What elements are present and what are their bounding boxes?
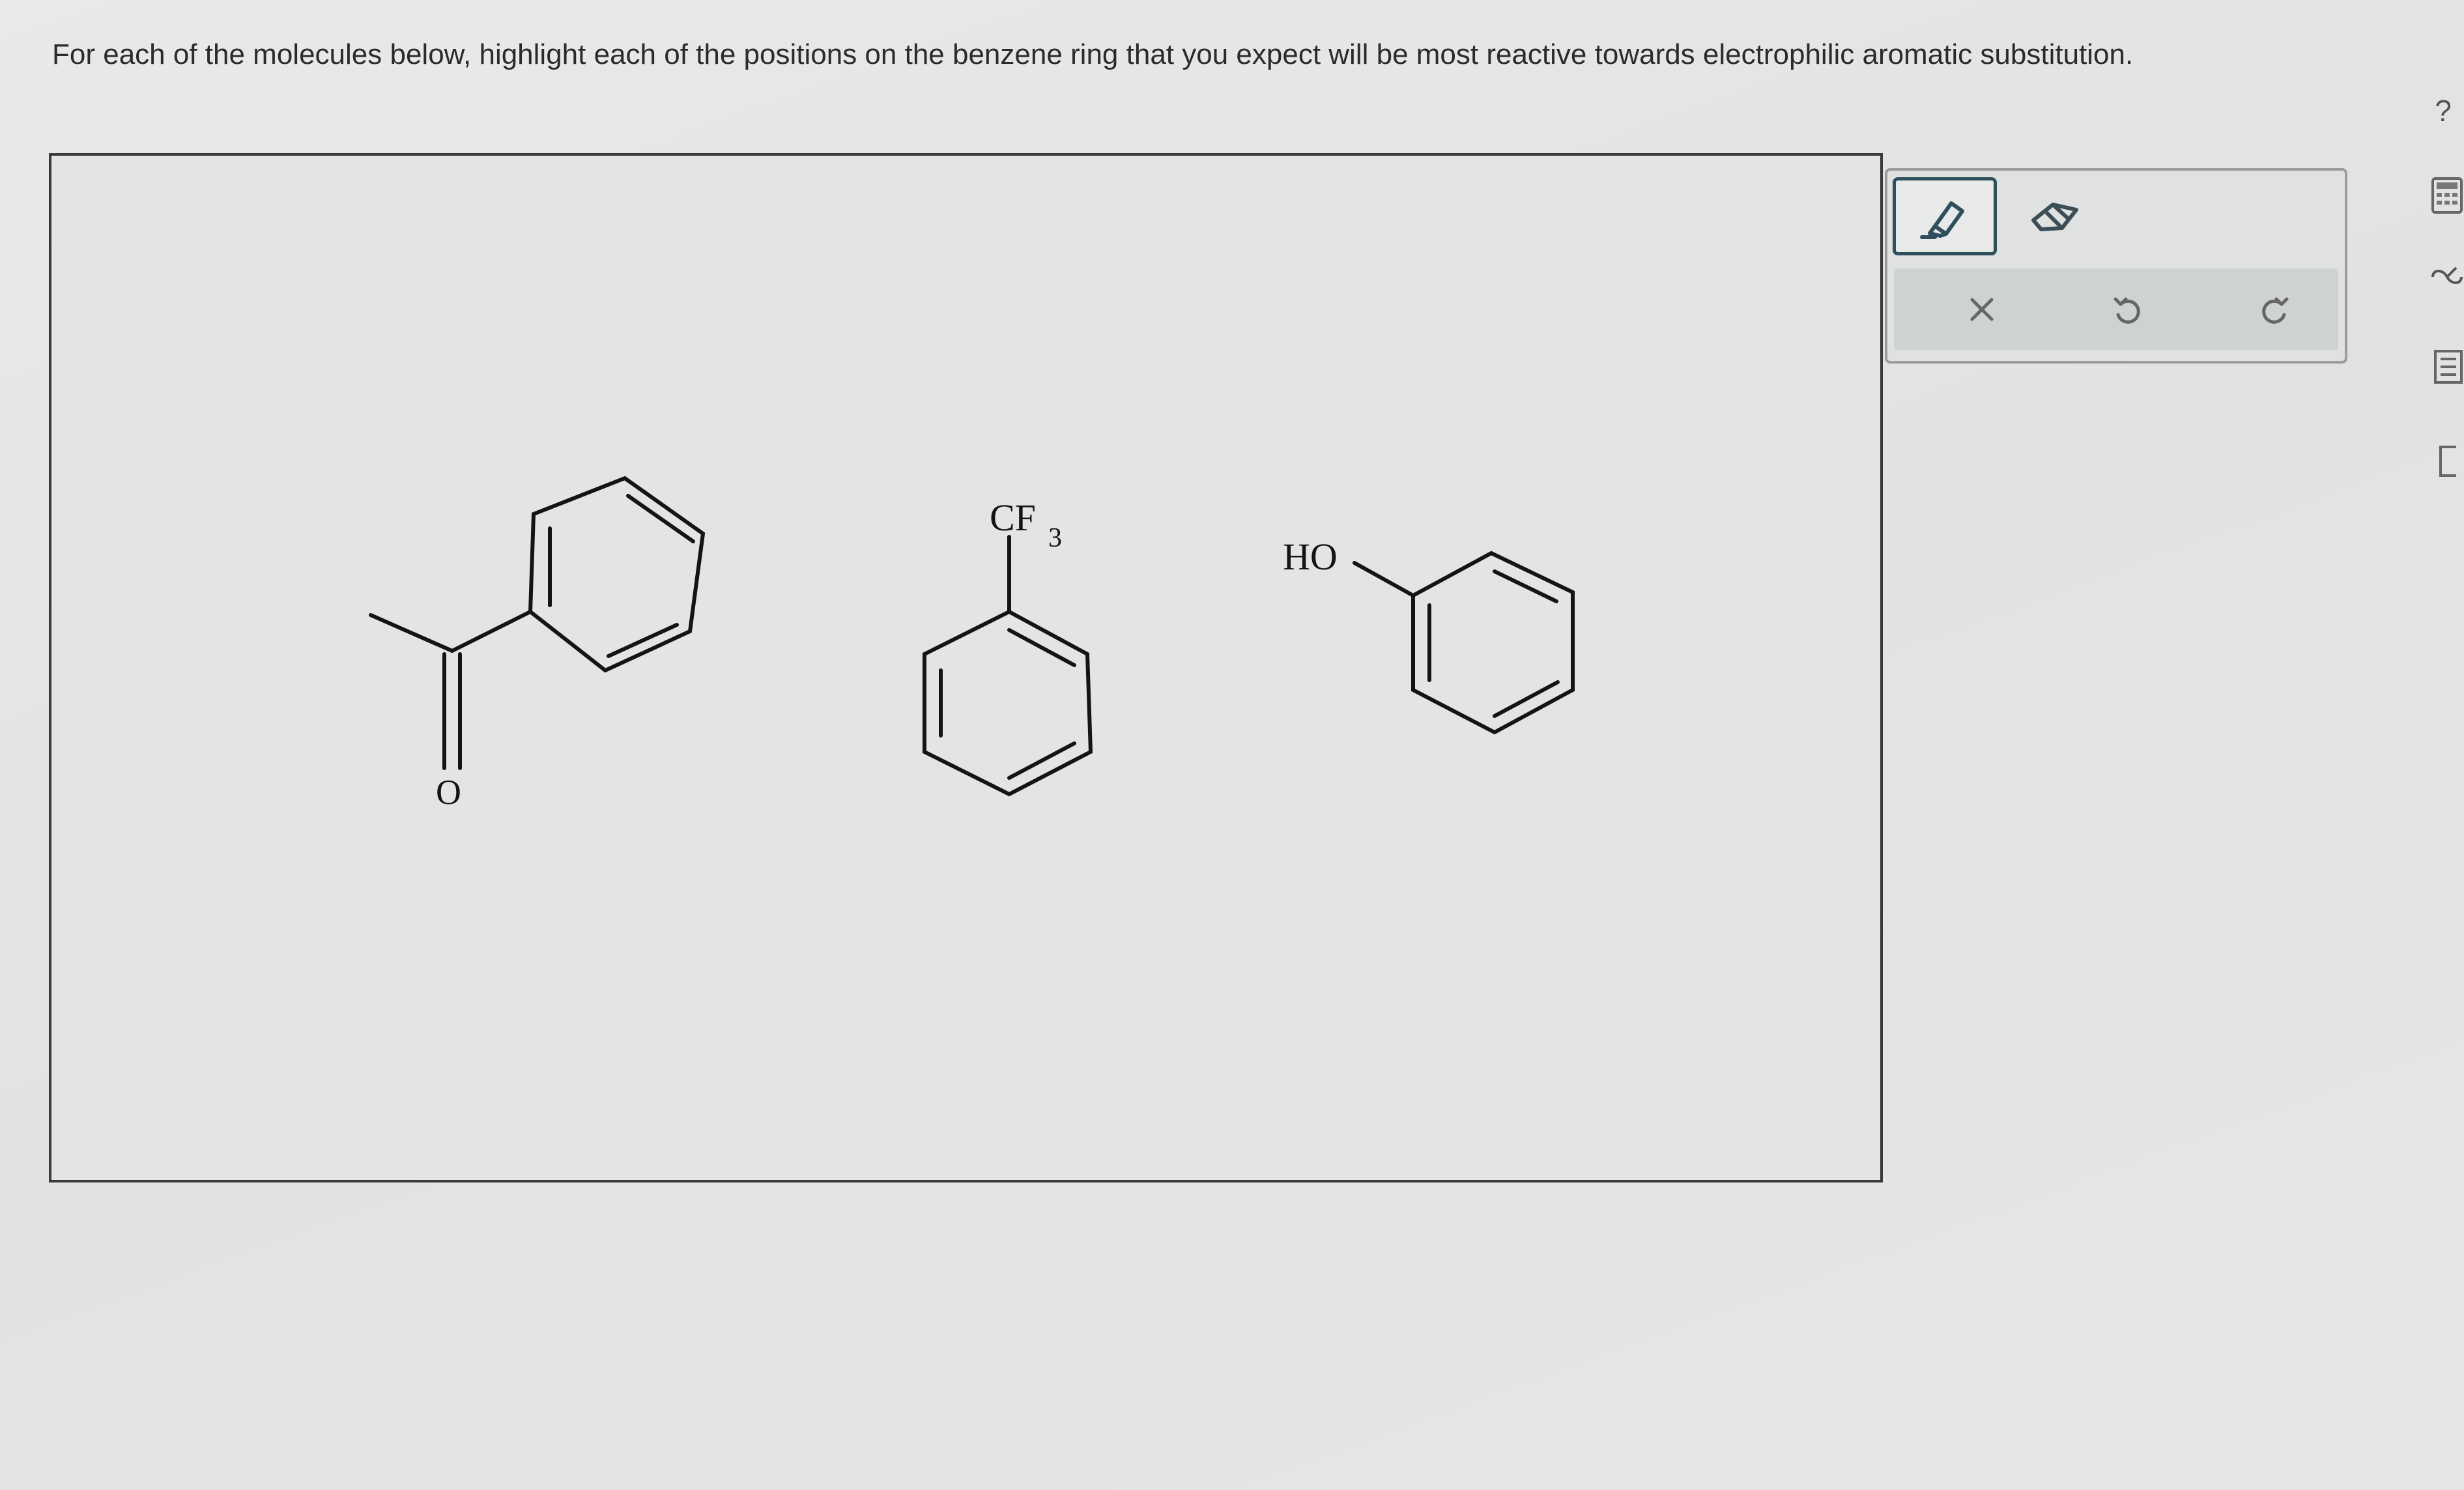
reference-icon[interactable] (2430, 349, 2464, 385)
molecule-canvas[interactable]: O CF 3 HO (49, 153, 1883, 1182)
benzene-ring-1[interactable] (528, 476, 706, 673)
help-button[interactable]: ? (2424, 91, 2463, 130)
clear-button[interactable] (1946, 275, 2018, 343)
bond-ring-carbonyl (450, 610, 532, 653)
eraser-tool-button[interactable] (2002, 177, 2106, 255)
highlighter-tool-button[interactable] (1893, 177, 1997, 255)
drawing-toolbar (1885, 168, 2347, 364)
molecule-acetophenone: O (369, 476, 706, 812)
bond-methyl (369, 613, 454, 653)
question-text: For each of the molecules below, highlig… (52, 38, 2134, 70)
molecule-benzyl-alcohol: HO (1283, 536, 1575, 735)
atom-hydroxyl: HO (1283, 536, 1338, 578)
periodic-table-icon[interactable] (2430, 264, 2464, 290)
page: For each of the molecules below, highlig… (0, 0, 2464, 1490)
atom-cf: CF (990, 496, 1036, 539)
redo-icon (2262, 297, 2289, 324)
calculator-icon[interactable] (2430, 176, 2464, 215)
molecule-trifluoromethylbenzene: CF 3 (923, 496, 1093, 797)
atom-cf-subscript: 3 (1048, 523, 1062, 553)
document-icon[interactable] (2430, 443, 2464, 480)
molecule-drawing: O CF 3 HO (369, 476, 1575, 812)
highlighter-icon (1920, 201, 1964, 239)
bond-ch2-oh (1353, 561, 1415, 597)
redo-button[interactable] (2239, 275, 2311, 343)
toolbar-action-bar (1894, 268, 2338, 350)
benzene-ring-2[interactable] (923, 609, 1093, 797)
eraser-icon (2031, 203, 2078, 231)
undo-button[interactable] (2091, 275, 2163, 343)
right-tool-rail: ? (2411, 0, 2464, 1490)
close-icon (1970, 298, 1994, 321)
benzene-ring-3[interactable] (1411, 551, 1575, 735)
undo-icon (2113, 297, 2140, 324)
atom-oxygen: O (436, 773, 461, 812)
